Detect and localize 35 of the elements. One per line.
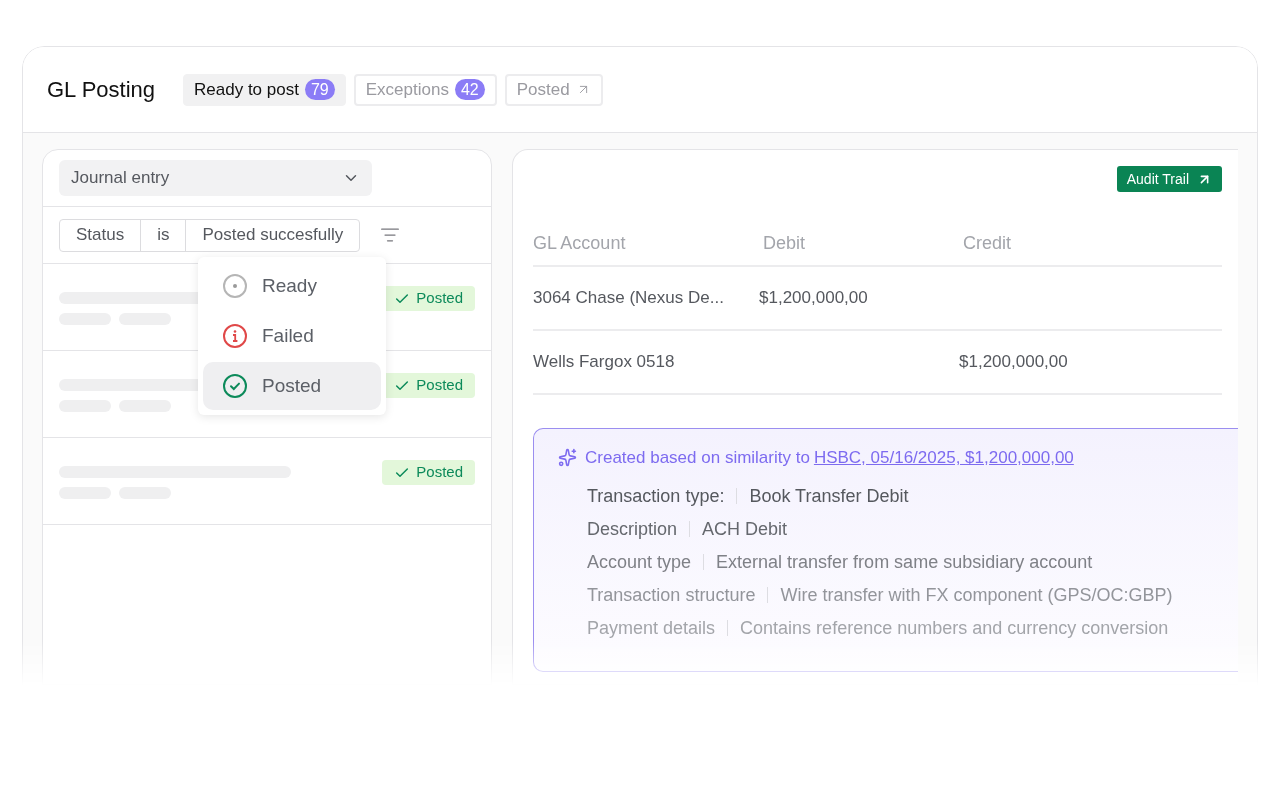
entity-select[interactable]: Journal entry: [59, 160, 372, 196]
table-cell-text: 3064 Chase (Nexus De...: [533, 287, 725, 310]
dot-circle-icon: [222, 273, 248, 299]
similarity-text: Created based on similarity to: [585, 447, 810, 469]
detail-value: Wire transfer with FX component (GPS/OC:GBP): [780, 584, 1173, 606]
sparkles-icon: [558, 448, 577, 468]
audit-trail-button[interactable]: Audit Trail: [1116, 166, 1222, 192]
column-header: GL Account: [533, 232, 627, 255]
page-title: GL Posting: [47, 76, 156, 104]
status-badge: Posted: [382, 460, 475, 485]
table-cell-text: $1,200,000,00: [759, 287, 869, 310]
table-cell-text: Wells Fargox 0518: [533, 351, 676, 374]
table-cell-text: $1,200,000,00: [959, 351, 1069, 374]
detail-value: External transfer from same subsidiary account: [716, 551, 1093, 573]
count-badge: 42: [454, 79, 485, 100]
similarity-link[interactable]: HSBC, 05/16/2025, $1,200,000,00: [813, 445, 1074, 471]
detail-label: Description: [587, 518, 678, 540]
check-circle-icon: [222, 373, 248, 399]
menu-item[interactable]: Posted: [203, 362, 381, 410]
detail-label: Transaction type:: [587, 485, 725, 507]
detail-label: Payment details: [587, 617, 716, 639]
tab[interactable]: Exceptions 42: [353, 73, 497, 106]
column-header: Debit: [763, 232, 807, 255]
tab[interactable]: Ready to post 79: [183, 73, 346, 106]
filter-operator[interactable]: is: [141, 219, 187, 251]
detail-value: Contains reference numbers and currency conversion: [740, 617, 1169, 639]
column-header: Credit: [963, 232, 1012, 255]
detail-value: Book Transfer Debit: [749, 485, 909, 507]
detail-label: Transaction structure: [587, 584, 756, 606]
info-icon: [222, 323, 248, 349]
filter-field[interactable]: Status: [60, 219, 142, 251]
filter-value[interactable]: Posted succesfully: [186, 219, 360, 251]
count-badge: 79: [304, 79, 335, 100]
detail-label: Account type: [587, 551, 692, 573]
detail-value: ACH Debit: [702, 518, 788, 540]
